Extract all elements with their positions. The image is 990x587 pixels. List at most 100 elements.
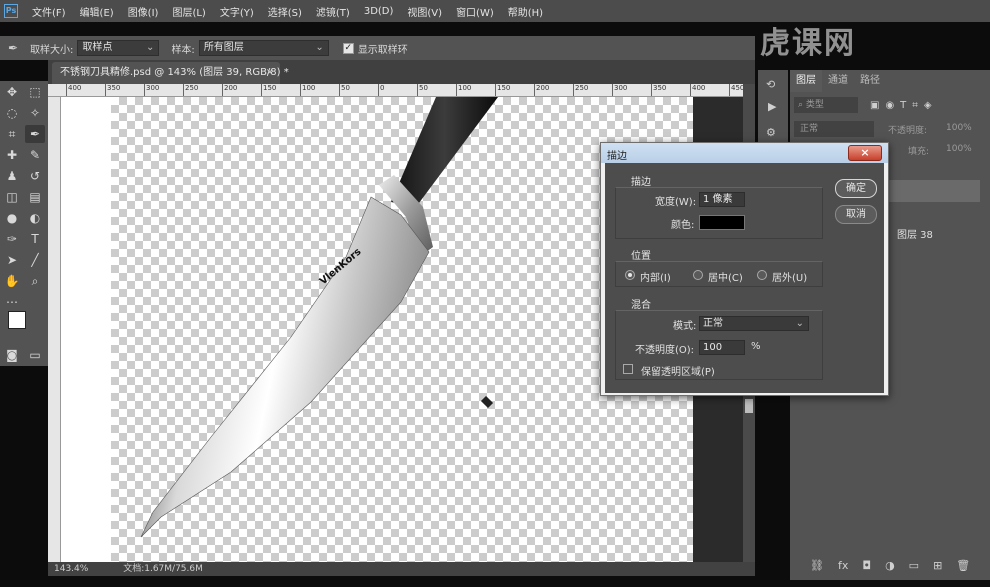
menu-window[interactable]: 窗口(W) — [456, 4, 494, 19]
fx-icon[interactable]: fx — [838, 559, 848, 572]
collapsed-panel-strip: ⟲ ▶ ⚙ — [758, 70, 788, 150]
fill-label: 填充: — [908, 147, 930, 157]
position-center-label[interactable]: 居中(C) — [708, 269, 743, 284]
chevron-down-icon: ⌄ — [146, 42, 155, 53]
mode-label: 模式: — [673, 321, 697, 332]
stroke-group-title: 描边 — [631, 177, 651, 188]
blur-tool-icon[interactable]: ● — [2, 209, 22, 227]
tab-channels[interactable]: 通道 — [822, 70, 854, 92]
zoom-level[interactable]: 143.4% — [54, 564, 88, 574]
knife-blade — [140, 196, 430, 538]
adjustment-layer-icon[interactable]: ◑ — [885, 559, 895, 572]
type-tool-icon[interactable]: T — [25, 230, 45, 248]
sample-select[interactable]: 所有图层 ⌄ — [198, 40, 329, 56]
position-outside-radio[interactable] — [757, 270, 767, 280]
line-tool-icon[interactable]: ╱ — [25, 251, 45, 269]
menu-help[interactable]: 帮助(H) — [508, 4, 543, 19]
history-icon[interactable]: ⟲ — [766, 78, 775, 91]
ruler-horizontal: 400 350 300 250 200 150 100 50 0 50 100 150 200 250 30… — [48, 84, 743, 97]
eyedropper-icon[interactable]: ✒ — [8, 41, 18, 55]
preserve-transparency-label[interactable]: 保留透明区域(P) — [641, 363, 715, 378]
dialog-title: 描边 — [607, 151, 627, 162]
layer-filter-icons[interactable]: ▣◉T⌗◈ — [870, 100, 938, 111]
preserve-transparency-checkbox[interactable] — [623, 364, 633, 374]
width-field[interactable]: 1 像素 — [699, 192, 745, 207]
ruler-tick-label: 300 — [143, 84, 160, 96]
foreground-color-swatch[interactable] — [8, 311, 26, 329]
menu-edit[interactable]: 编辑(E) — [80, 4, 114, 19]
stamp-tool-icon[interactable]: ♟ — [2, 167, 22, 185]
crop-tool-icon[interactable]: ⌗ — [2, 125, 22, 143]
new-layer-icon[interactable]: ⊞ — [933, 559, 942, 572]
blend-mode-select[interactable]: 正常 — [794, 121, 874, 137]
position-center-radio[interactable] — [693, 270, 703, 280]
path-select-icon[interactable]: ➤ — [2, 251, 22, 269]
position-group-title: 位置 — [631, 251, 651, 262]
layer-name[interactable]: 图层 38 — [897, 226, 933, 241]
scroll-thumb[interactable] — [745, 399, 753, 413]
menu-filter[interactable]: 滤镜(T) — [316, 4, 350, 19]
gradient-tool-icon[interactable]: ▤ — [25, 188, 45, 206]
doc-info: 文档:1.67M/75.6M — [123, 564, 203, 574]
hand-tool-icon[interactable]: ✋ — [2, 272, 22, 290]
move-tool-icon[interactable]: ✥ — [2, 83, 22, 101]
menu-file[interactable]: 文件(F) — [32, 4, 66, 19]
ruler-tick-label: 350 — [650, 84, 667, 96]
properties-icon[interactable]: ⚙ — [766, 126, 776, 139]
layer-filter-kind[interactable]: ⌕ 类型 — [794, 97, 858, 113]
add-mask-icon[interactable]: ◘ — [862, 559, 871, 572]
opacity-field[interactable]: 100 — [699, 340, 745, 355]
ok-button[interactable]: 确定 — [835, 179, 877, 198]
menu-type[interactable]: 文字(Y) — [220, 4, 254, 19]
menu-3d[interactable]: 3D(D) — [364, 6, 394, 17]
menu-image[interactable]: 图像(I) — [128, 4, 159, 19]
menu-select[interactable]: 选择(S) — [268, 4, 302, 19]
healing-brush-icon[interactable]: ✚ — [2, 146, 22, 164]
show-ring-checkbox[interactable]: ✓ — [342, 42, 354, 54]
more-tools-icon[interactable]: ⋯ — [2, 293, 22, 311]
stroke-color-swatch[interactable] — [699, 215, 745, 230]
magic-wand-icon[interactable]: ✧ — [25, 104, 45, 122]
ruler-tick-label: 0 — [377, 84, 385, 96]
position-inside-radio[interactable] — [625, 270, 635, 280]
dodge-tool-icon[interactable]: ◐ — [25, 209, 45, 227]
ruler-tick-label: 450 — [728, 84, 743, 96]
pen-tool-icon[interactable]: ✑ — [2, 230, 22, 248]
position-inside-label[interactable]: 内部(I) — [640, 269, 671, 284]
brush-tool-icon[interactable]: ✎ — [25, 146, 45, 164]
opacity-value[interactable]: 100% — [946, 123, 972, 133]
layers-bottom-toolbar: ⛓ fx ◘ ◑ ▭ ⊞ 🗑 — [810, 559, 970, 572]
cancel-button[interactable]: 取消 — [835, 205, 877, 224]
lasso-tool-icon[interactable]: ◌ — [2, 104, 22, 122]
dialog-titlebar[interactable]: 描边 × — [601, 143, 888, 163]
marquee-tool-icon[interactable]: ⬚ — [25, 83, 45, 101]
cursor-eyedropper-icon — [480, 395, 494, 409]
link-layers-icon[interactable]: ⛓ — [810, 559, 824, 572]
history-brush-icon[interactable]: ↺ — [25, 167, 45, 185]
menu-view[interactable]: 视图(V) — [407, 4, 442, 19]
tab-layers[interactable]: 图层 — [790, 70, 822, 92]
mode-select[interactable]: 正常 ⌄ — [699, 316, 809, 331]
tools-panel: ✥ ⬚ ◌ ✧ ⌗ ✒ ✚ ✎ ♟ ↺ ◫ ▤ ● ◐ ✑ T ➤ ╱ ✋ ⌕ … — [0, 81, 48, 366]
document-tab[interactable]: 不锈钢刀具精修.psd @ 143% (图层 39, RGB/8) * × — [52, 62, 289, 84]
menu-layer[interactable]: 图层(L) — [172, 4, 205, 19]
ruler-tick-label: 150 — [260, 84, 277, 96]
close-icon[interactable]: × — [848, 145, 882, 161]
sample-size-select[interactable]: 取样点 ⌄ — [77, 40, 160, 56]
tab-paths[interactable]: 路径 — [854, 70, 886, 92]
screen-mode-icon[interactable]: ▭ — [25, 346, 45, 364]
quick-mask-icon[interactable]: ◙ — [2, 346, 22, 364]
delete-layer-icon[interactable]: 🗑 — [956, 559, 970, 572]
fill-value[interactable]: 100% — [946, 144, 972, 154]
zoom-tool-icon[interactable]: ⌕ — [25, 272, 45, 290]
eraser-tool-icon[interactable]: ◫ — [2, 188, 22, 206]
document-tab-title: 不锈钢刀具精修.psd @ 143% (图层 39, RGB/8) * — [60, 67, 289, 78]
ruler-tick-label: 400 — [65, 84, 82, 96]
eyedropper-tool-icon[interactable]: ✒ — [25, 125, 45, 143]
actions-play-icon[interactable]: ▶ — [768, 100, 776, 113]
close-icon[interactable]: × — [266, 62, 274, 84]
options-bar: ✒ 取样大小: 取样点 ⌄ 样本: 所有图层 ⌄ ✓ 显示取样环 — [0, 36, 755, 60]
new-group-icon[interactable]: ▭ — [909, 559, 919, 572]
position-outside-label[interactable]: 居外(U) — [772, 269, 807, 284]
opacity-unit: % — [751, 341, 761, 352]
